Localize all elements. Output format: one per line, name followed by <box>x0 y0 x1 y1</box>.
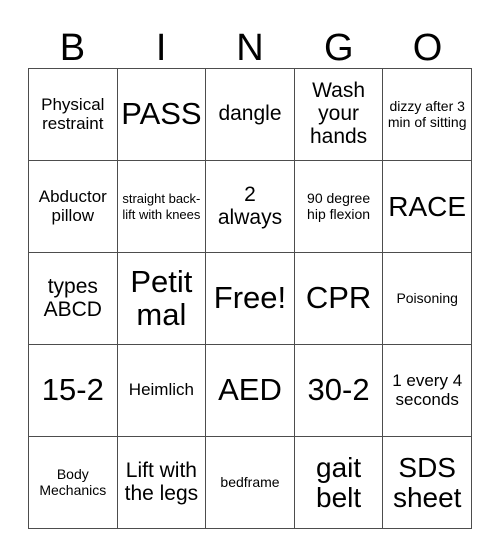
bingo-header-letter-o: O <box>412 27 443 69</box>
bingo-square[interactable]: Heimlich <box>117 344 207 437</box>
bingo-square-label: Free! <box>213 280 287 316</box>
bingo-square[interactable]: Poisoning <box>382 252 472 345</box>
bingo-square-label: dangle <box>218 102 282 126</box>
bingo-square[interactable]: Physical restraint <box>28 68 118 161</box>
bingo-square[interactable]: CPR <box>294 252 384 345</box>
bingo-square-label: Body Mechanics <box>39 465 107 498</box>
bingo-square[interactable]: AED <box>205 344 295 437</box>
bingo-square[interactable]: SDS sheet <box>382 436 472 529</box>
bingo-square[interactable]: 1 every 4 seconds <box>382 344 472 437</box>
bingo-square-label: 2 always <box>217 182 283 229</box>
bingo-square[interactable]: Lift with the legs <box>117 436 207 529</box>
bingo-square[interactable]: types ABCD <box>28 252 118 345</box>
bingo-header-letter-i: I <box>155 27 167 69</box>
bingo-square-label: Physical restraint <box>41 94 105 133</box>
bingo-square[interactable]: 15-2 <box>28 344 118 437</box>
bingo-square[interactable]: dizzy after 3 min of sitting <box>382 68 472 161</box>
bingo-square-label: RACE <box>388 190 467 222</box>
bingo-square-label: gait belt <box>316 451 362 513</box>
bingo-square-label: CPR <box>305 280 372 316</box>
bingo-header-letter-g: G <box>324 27 354 69</box>
bingo-square-label: Poisoning <box>396 289 458 306</box>
bingo-square[interactable]: RACE <box>382 160 472 253</box>
bingo-square[interactable]: Petit mal <box>117 252 207 345</box>
bingo-square[interactable]: Wash your hands <box>294 68 384 161</box>
bingo-square-label: PASS <box>121 96 202 132</box>
bingo-square[interactable]: 90 degree hip flexion <box>294 160 384 253</box>
bingo-square-label: 90 degree hip flexion <box>307 189 371 222</box>
bingo-square-label: 30-2 <box>307 372 370 408</box>
bingo-square-label: Wash your hands <box>309 79 368 148</box>
bingo-square[interactable]: straight back- lift with knees <box>117 160 207 253</box>
bingo-square-label: Heimlich <box>128 380 194 400</box>
bingo-grid-body: Physical restraint PASS dangle Wash your… <box>28 68 472 529</box>
bingo-square-label: straight back- lift with knees <box>122 191 201 222</box>
bingo-square[interactable]: 2 always <box>205 160 295 253</box>
bingo-square-label: 1 every 4 seconds <box>392 370 463 409</box>
bingo-square-label: types ABCD <box>43 274 102 321</box>
bingo-square-label: Lift with the legs <box>124 458 199 505</box>
bingo-square-label: dizzy after 3 min of sitting <box>387 97 467 130</box>
bingo-row: Abductor pillow straight back- lift with… <box>28 160 472 253</box>
bingo-square[interactable]: Abductor pillow <box>28 160 118 253</box>
bingo-square[interactable]: gait belt <box>294 436 384 529</box>
bingo-square[interactable]: 30-2 <box>294 344 384 437</box>
bingo-square-label: 15-2 <box>41 372 104 408</box>
bingo-square[interactable]: Body Mechanics <box>28 436 118 529</box>
bingo-square[interactable]: bedframe <box>205 436 295 529</box>
bingo-square[interactable]: dangle <box>205 68 295 161</box>
bingo-square[interactable]: PASS <box>117 68 207 161</box>
bingo-card: B I N G O Physical restraint PASS dangle… <box>28 14 472 529</box>
bingo-row: 15-2 Heimlich AED 30-2 1 every 4 seconds <box>28 344 472 437</box>
bingo-square-label: AED <box>218 372 282 408</box>
bingo-header-letter-b: B <box>59 27 86 69</box>
bingo-header-letter-n: N <box>236 27 264 69</box>
bingo-square-label: bedframe <box>220 473 280 490</box>
bingo-square-label: Petit mal <box>130 263 193 332</box>
bingo-grid: Physical restraint PASS dangle Wash your… <box>28 68 472 529</box>
bingo-row: Physical restraint PASS dangle Wash your… <box>28 68 472 161</box>
bingo-square-label: Abductor pillow <box>38 186 107 225</box>
bingo-row: Body Mechanics Lift with the legs bedfra… <box>28 436 472 529</box>
bingo-row: types ABCD Petit mal Free! CPR Poisoning <box>28 252 472 345</box>
bingo-header-row: B I N G O <box>28 14 472 68</box>
bingo-square-free[interactable]: Free! <box>205 252 295 345</box>
bingo-square-label: SDS sheet <box>392 451 462 513</box>
